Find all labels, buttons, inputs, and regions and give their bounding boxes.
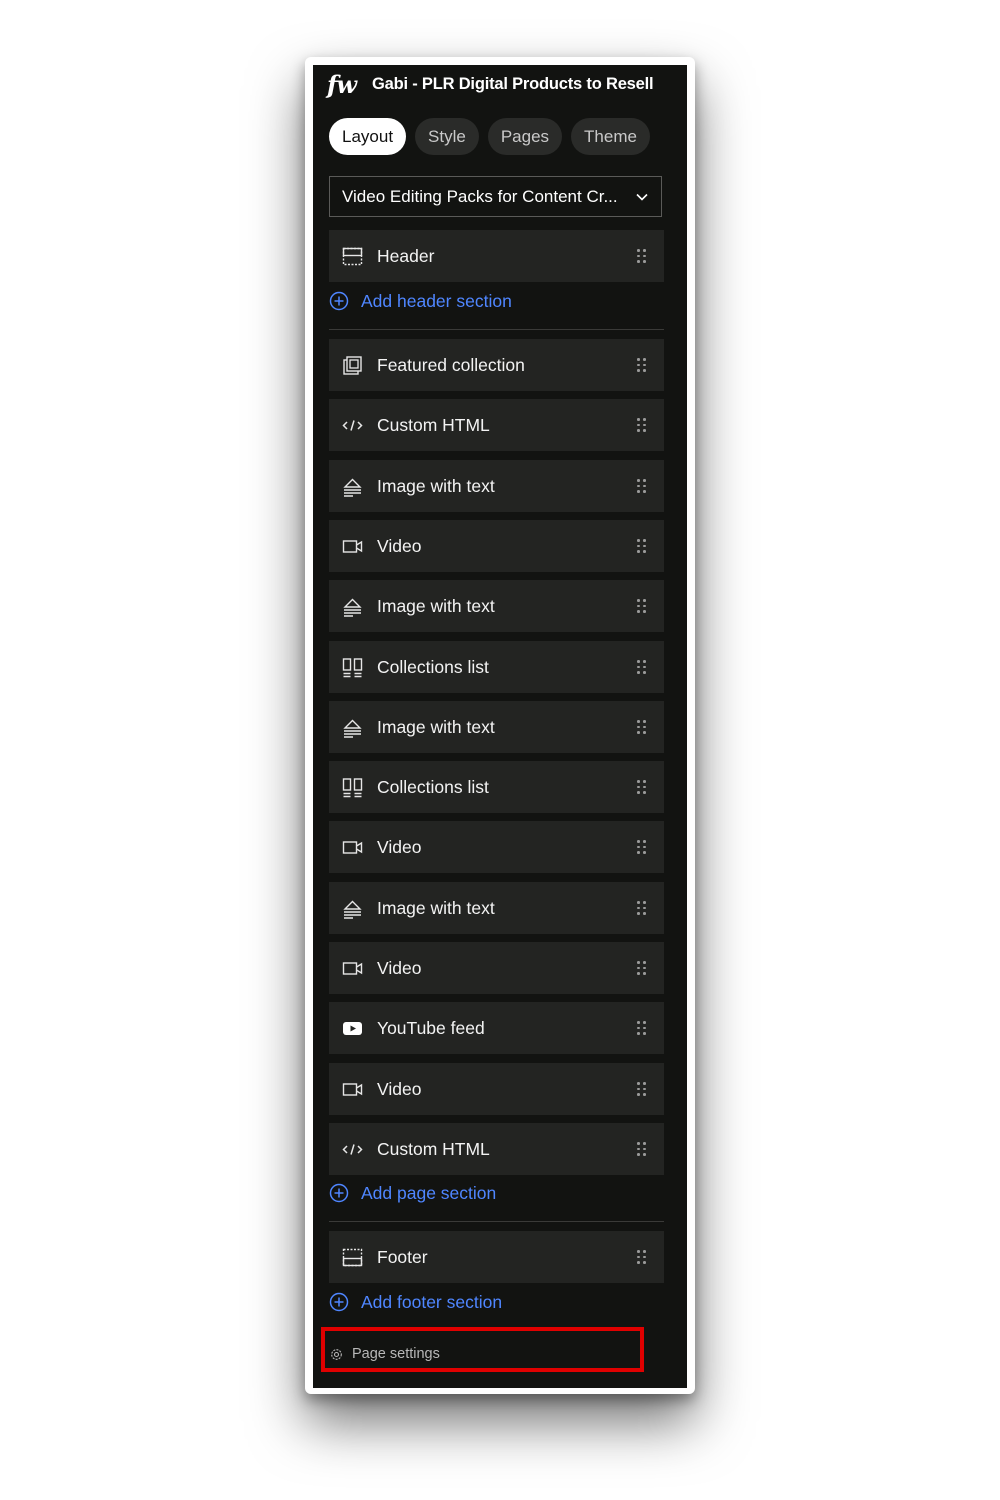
chevron-down-icon — [636, 193, 648, 201]
section-row[interactable]: YouTube feed — [329, 1002, 664, 1054]
section-label: Featured collection — [377, 354, 525, 375]
section-row[interactable]: Image with text — [329, 460, 664, 512]
section-label: Image with text — [377, 897, 495, 918]
section-row[interactable]: Image with text — [329, 580, 664, 632]
section-label: Custom HTML — [377, 1138, 490, 1159]
section-row[interactable]: Video — [329, 821, 664, 873]
page-select-value: Video Editing Packs for Content Cr... — [342, 186, 618, 206]
video-camera-icon — [341, 957, 363, 979]
section-label: Footer — [377, 1246, 428, 1267]
video-camera-icon — [341, 1078, 363, 1100]
page-select-dropdown[interactable]: Video Editing Packs for Content Cr... — [329, 176, 662, 217]
section-label: Collections list — [377, 776, 489, 797]
section-label: Header — [377, 245, 435, 266]
section-label: Video — [377, 957, 422, 978]
section-row[interactable]: Image with text — [329, 701, 664, 753]
drag-handle-icon[interactable] — [637, 599, 646, 613]
drag-handle-icon[interactable] — [637, 780, 646, 794]
section-label: Collections list — [377, 656, 489, 677]
section-row[interactable]: Video — [329, 942, 664, 994]
code-icon — [341, 1138, 363, 1160]
site-title: Gabi - PLR Digital Products to Resell — [372, 74, 654, 93]
drag-handle-icon[interactable] — [637, 660, 646, 674]
drag-handle-icon[interactable] — [637, 249, 646, 263]
video-camera-icon — [341, 836, 363, 858]
section-row[interactable]: Video — [329, 520, 664, 572]
drag-handle-icon[interactable] — [637, 479, 646, 493]
section-footer[interactable]: Footer — [329, 1231, 664, 1283]
drag-handle-icon[interactable] — [637, 901, 646, 915]
collections-list-icon — [341, 656, 363, 678]
footer-layout-icon — [341, 1246, 363, 1268]
section-label: Video — [377, 1078, 422, 1099]
drag-handle-icon[interactable] — [637, 720, 646, 734]
tab-bar: Layout Style Pages Theme — [329, 118, 650, 155]
tab-style[interactable]: Style — [415, 118, 479, 155]
add-footer-section-button[interactable]: Add footer section — [329, 1290, 502, 1314]
add-page-section-button[interactable]: Add page section — [329, 1181, 496, 1205]
drag-handle-icon[interactable] — [637, 358, 646, 372]
section-label: Image with text — [377, 716, 495, 737]
section-label: Image with text — [377, 595, 495, 616]
section-label: Video — [377, 535, 422, 556]
app-logo[interactable]: fw — [327, 70, 372, 99]
image-with-text-icon — [341, 595, 363, 617]
image-with-text-icon — [341, 897, 363, 919]
tab-theme[interactable]: Theme — [571, 118, 650, 155]
add-page-label: Add page section — [361, 1182, 497, 1203]
divider — [329, 329, 664, 330]
plus-circle-icon — [329, 1292, 349, 1312]
collections-list-icon — [341, 776, 363, 798]
section-label: YouTube feed — [377, 1017, 485, 1038]
section-label: Custom HTML — [377, 414, 490, 435]
drag-handle-icon[interactable] — [637, 418, 646, 432]
drag-handle-icon[interactable] — [637, 539, 646, 553]
featured-collection-icon — [341, 354, 363, 376]
layout-panel: fw Gabi - PLR Digital Products to Resell… — [313, 65, 687, 1388]
highlight-annotation — [321, 1327, 644, 1372]
add-header-section-button[interactable]: Add header section — [329, 289, 512, 313]
divider — [329, 1221, 664, 1222]
youtube-icon — [341, 1017, 363, 1039]
header-layout-icon — [341, 245, 363, 267]
section-row[interactable]: Featured collection — [329, 339, 664, 391]
drag-handle-icon[interactable] — [637, 1250, 646, 1264]
plus-circle-icon — [329, 291, 349, 311]
drag-handle-icon[interactable] — [637, 1021, 646, 1035]
section-row[interactable]: Custom HTML — [329, 399, 664, 451]
add-footer-label: Add footer section — [361, 1291, 503, 1312]
image-with-text-icon — [341, 475, 363, 497]
drag-handle-icon[interactable] — [637, 1142, 646, 1156]
plus-circle-icon — [329, 1183, 349, 1203]
section-header[interactable]: Header — [329, 230, 664, 282]
tab-pages[interactable]: Pages — [487, 118, 563, 155]
code-icon — [341, 414, 363, 436]
tab-layout[interactable]: Layout — [329, 118, 407, 155]
app-header: fw Gabi - PLR Digital Products to Resell — [327, 69, 677, 99]
section-row[interactable]: Image with text — [329, 882, 664, 934]
drag-handle-icon[interactable] — [637, 1082, 646, 1096]
section-row[interactable]: Custom HTML — [329, 1123, 664, 1175]
section-label: Video — [377, 836, 422, 857]
section-row[interactable]: Video — [329, 1063, 664, 1115]
video-camera-icon — [341, 535, 363, 557]
drag-handle-icon[interactable] — [637, 961, 646, 975]
add-header-label: Add header section — [361, 290, 512, 311]
image-with-text-icon — [341, 716, 363, 738]
section-row[interactable]: Collections list — [329, 641, 664, 693]
section-label: Image with text — [377, 475, 495, 496]
section-row[interactable]: Collections list — [329, 761, 664, 813]
drag-handle-icon[interactable] — [637, 840, 646, 854]
